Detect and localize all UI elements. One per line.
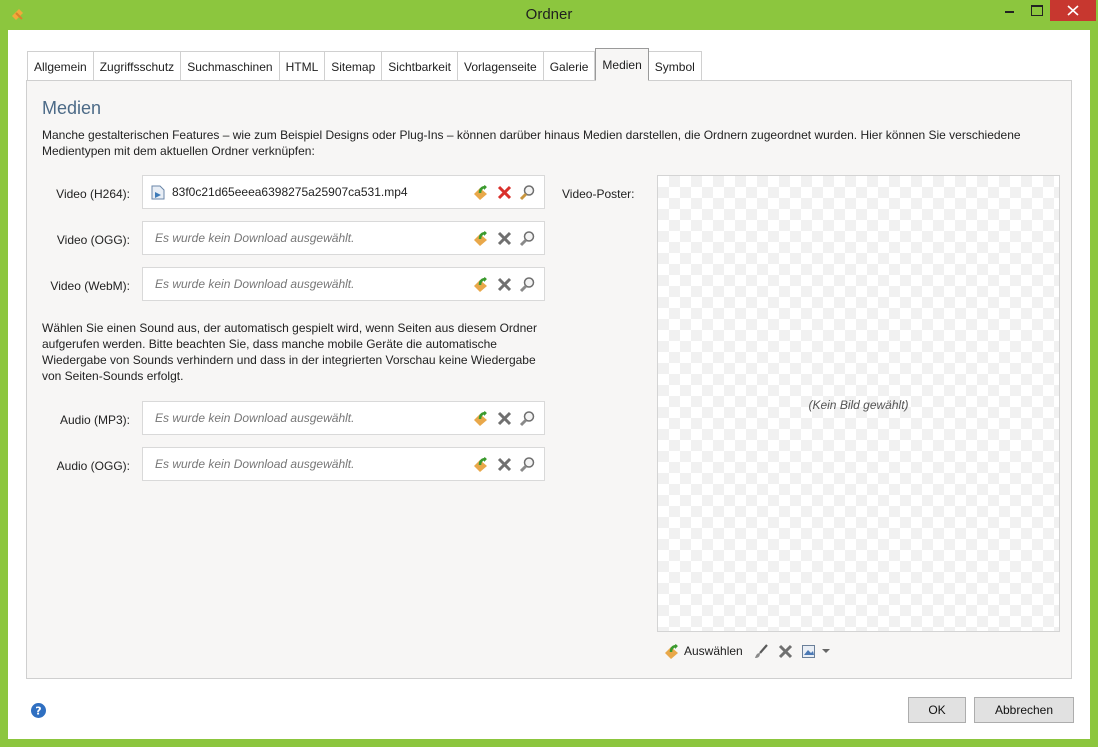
audio-ogg-field[interactable]: Es wurde kein Download ausgewählt. — [142, 447, 545, 481]
poster-empty-text: (Kein Bild gewählt) — [808, 398, 909, 412]
tab-sichtbarkeit[interactable]: Sichtbarkeit — [382, 51, 458, 81]
image-options-icon[interactable] — [801, 643, 818, 660]
maximize-button[interactable] — [1023, 0, 1050, 21]
search-icon[interactable] — [519, 184, 536, 201]
tab-sitemap[interactable]: Sitemap — [325, 51, 383, 81]
minimize-button[interactable] — [996, 0, 1023, 21]
video-poster-label: Video-Poster: — [562, 187, 635, 201]
close-button[interactable] — [1050, 0, 1096, 21]
video-ogg-value: Es wurde kein Download ausgewählt. — [155, 231, 355, 245]
tab-zugriffsschutz[interactable]: Zugriffsschutz — [93, 51, 182, 81]
edit-brush-icon[interactable] — [753, 643, 770, 660]
search-icon[interactable] — [519, 410, 536, 427]
audio-ogg-value: Es wurde kein Download ausgewählt. — [155, 457, 355, 471]
video-h264-field[interactable]: 83f0c21d65eeea6398275a25907ca531.mp4 — [142, 175, 545, 209]
choose-download-icon[interactable] — [472, 276, 489, 293]
remove-icon[interactable] — [496, 184, 513, 201]
dialog-client-area: Allgemein Zugriffsschutz Suchmaschinen H… — [8, 30, 1090, 739]
tab-html[interactable]: HTML — [279, 51, 326, 81]
page-title: Medien — [42, 98, 102, 118]
choose-download-icon[interactable] — [472, 456, 489, 473]
poster-choose-button[interactable]: Auswählen — [663, 643, 743, 660]
help-icon[interactable]: ? — [30, 702, 47, 719]
tab-vorlagenseite[interactable]: Vorlagenseite — [457, 51, 544, 81]
medien-panel: Medien Manche gestalterischen Features –… — [26, 80, 1072, 679]
remove-icon[interactable] — [496, 276, 513, 293]
video-poster-preview[interactable]: (Kein Bild gewählt) — [657, 175, 1060, 632]
video-webm-label: Video (WebM): — [50, 279, 130, 293]
search-icon[interactable] — [519, 276, 536, 293]
intro-text: Manche gestalterischen Features – wie zu… — [42, 128, 1021, 158]
video-webm-value: Es wurde kein Download ausgewählt. — [155, 277, 355, 291]
audio-mp3-label: Audio (MP3): — [59, 413, 130, 427]
remove-image-icon[interactable] — [777, 643, 794, 660]
cancel-button[interactable]: Abbrechen — [974, 697, 1074, 723]
choose-image-icon — [665, 643, 678, 659]
tab-medien[interactable]: Medien — [595, 48, 649, 81]
video-h264-label: Video (H264): — [56, 187, 130, 201]
tab-suchmaschinen[interactable]: Suchmaschinen — [181, 51, 280, 81]
choose-download-icon[interactable] — [472, 184, 489, 201]
video-webm-field[interactable]: Es wurde kein Download ausgewählt. — [142, 267, 545, 301]
sound-description: Wählen Sie einen Sound aus, der automati… — [42, 321, 537, 383]
search-icon[interactable] — [519, 456, 536, 473]
tab-allgemein[interactable]: Allgemein — [27, 51, 94, 81]
chevron-down-icon[interactable] — [821, 649, 830, 653]
video-ogg-field[interactable]: Es wurde kein Download ausgewählt. — [142, 221, 545, 255]
video-ogg-label: Video (OGG): — [56, 233, 130, 247]
search-icon[interactable] — [519, 230, 536, 247]
remove-icon[interactable] — [496, 456, 513, 473]
audio-ogg-label: Audio (OGG): — [56, 459, 130, 473]
choose-download-icon[interactable] — [472, 230, 489, 247]
close-icon — [1067, 5, 1079, 16]
video-h264-value: 83f0c21d65eeea6398275a25907ca531.mp4 — [172, 185, 408, 199]
tab-galerie[interactable]: Galerie — [543, 51, 596, 81]
svg-text:?: ? — [35, 705, 41, 718]
poster-choose-label: Auswählen — [684, 644, 743, 658]
audio-mp3-value: Es wurde kein Download ausgewählt. — [155, 411, 355, 425]
remove-icon[interactable] — [496, 410, 513, 427]
choose-download-icon[interactable] — [472, 410, 489, 427]
ok-button[interactable]: OK — [908, 697, 966, 723]
remove-icon[interactable] — [496, 230, 513, 247]
audio-mp3-field[interactable]: Es wurde kein Download ausgewählt. — [142, 401, 545, 435]
window-title: Ordner — [525, 6, 573, 23]
tab-symbol[interactable]: Symbol — [648, 51, 702, 81]
title-bar: Ordner — [0, 0, 1098, 30]
poster-toolbar: Auswählen — [663, 641, 830, 661]
video-file-icon — [151, 185, 165, 200]
tab-strip: Allgemein Zugriffsschutz Suchmaschinen H… — [27, 48, 702, 81]
